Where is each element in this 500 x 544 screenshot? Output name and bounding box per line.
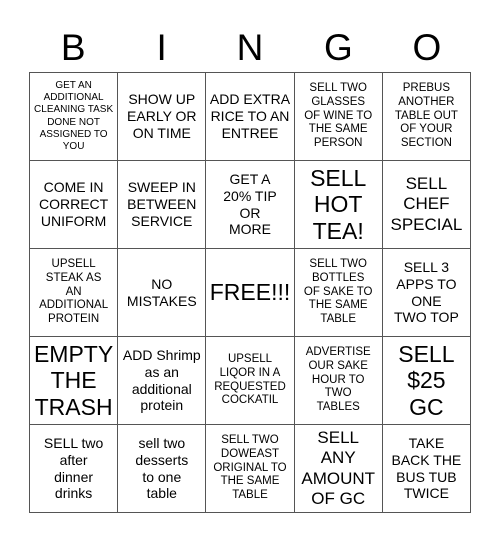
bingo-cell-r4c4[interactable]: ADVERTISE OUR SAKE HOUR TO TWO TABLES	[294, 337, 383, 425]
bingo-cell-r4c1[interactable]: EMPTY THE TRASH	[30, 337, 119, 425]
bingo-cell-r2c3[interactable]: GET A 20% TIP OR MORE	[206, 161, 295, 249]
bingo-cell-r4c2[interactable]: ADD Shrimp as an additional protein	[118, 337, 207, 425]
bingo-header-letter-o: O	[412, 26, 442, 68]
bingo-cell-label: sell two desserts to one table	[135, 434, 189, 502]
bingo-cell-label: PREBUS ANOTHER TABLE OUT OF YOUR SECTION	[394, 82, 458, 150]
bingo-header-letter-i: I	[156, 26, 167, 68]
bingo-cell-r3c5[interactable]: SELL 3 APPS TO ONE TWO TOP	[382, 249, 471, 337]
bingo-grid: GET AN ADDITIONAL CLEANING TASK DONE NOT…	[29, 72, 471, 513]
bingo-cell-label: UPSELL STEAK AS AN ADDITIONAL PROTEIN	[39, 258, 109, 326]
bingo-cell-r2c5[interactable]: SELL CHEF SPECIAL	[382, 161, 471, 249]
bingo-cell-r5c1[interactable]: SELL two after dinner drinks	[30, 425, 119, 513]
bingo-cell-label: COME IN CORRECT UNIFORM	[38, 179, 109, 229]
bingo-cell-r1c2[interactable]: SHOW UP EARLY OR ON TIME	[118, 73, 207, 161]
bingo-cell-label: SWEEP IN BETWEEN SERVICE	[127, 179, 197, 229]
bingo-header: BINGO	[29, 22, 471, 72]
bingo-cell-label: UPSELL LIQOR IN A REQUESTED COCKATIL	[214, 352, 286, 407]
bingo-cell-label: ADD Shrimp as an additional protein	[122, 346, 201, 414]
bingo-cell-label: ADD EXTRA RICE TO AN ENTREE	[209, 91, 291, 141]
bingo-cell-r1c3[interactable]: ADD EXTRA RICE TO AN ENTREE	[206, 73, 295, 161]
bingo-cell-r3c1[interactable]: UPSELL STEAK AS AN ADDITIONAL PROTEIN	[30, 249, 119, 337]
bingo-cell-r2c1[interactable]: COME IN CORRECT UNIFORM	[30, 161, 119, 249]
bingo-cell-r2c2[interactable]: SWEEP IN BETWEEN SERVICE	[118, 161, 207, 249]
bingo-header-letter-n: N	[236, 26, 264, 68]
bingo-cell-label: SELL HOT TEA!	[310, 164, 367, 244]
bingo-card: B I N G O GET AN ADDITIONAL CLEANING TASK DO…	[0, 0, 500, 544]
bingo-cell-r2c4[interactable]: SELL HOT TEA!	[294, 161, 383, 249]
bingo-cell-label: ADVERTISE OUR SAKE HOUR TO TWO TABLES	[305, 346, 371, 414]
bingo-cell-r3c4[interactable]: SELL TWO BOTTLES OF SAKE TO THE SAME TAB…	[294, 249, 383, 337]
bingo-cell-r5c3[interactable]: SELL TWO DOWEAST ORIGINAL TO THE SAME TA…	[206, 425, 295, 513]
bingo-cell-label: NO MISTAKES	[126, 275, 197, 309]
bingo-header-letter-g: G	[324, 26, 353, 68]
bingo-cell-label: SELL 3 APPS TO ONE TWO TOP	[393, 258, 459, 326]
bingo-cell-label: GET AN ADDITIONAL CLEANING TASK DONE NOT…	[34, 79, 114, 152]
bingo-cell-r3c2[interactable]: NO MISTAKES	[118, 249, 207, 337]
bingo-cell-r1c4[interactable]: SELL TWO GLASSES OF WINE TO THE SAME PER…	[294, 73, 383, 161]
bingo-cell-label: SELL CHEF SPECIAL	[390, 174, 463, 234]
bingo-cell-r4c5[interactable]: SELL $25 GC	[382, 337, 471, 425]
bingo-cell-label: TAKE BACK THE BUS TUB TWICE	[391, 434, 462, 502]
bingo-cell-r5c5[interactable]: TAKE BACK THE BUS TUB TWICE	[382, 425, 471, 513]
bingo-cell-label: SELL TWO GLASSES OF WINE TO THE SAME PER…	[304, 82, 373, 150]
bingo-cell-r1c1[interactable]: GET AN ADDITIONAL CLEANING TASK DONE NOT…	[30, 73, 119, 161]
bingo-cell-label: FREE!!!	[209, 279, 291, 306]
bingo-cell-label: SELL two after dinner drinks	[43, 434, 104, 502]
bingo-cell-label: SHOW UP EARLY OR ON TIME	[127, 91, 197, 141]
bingo-cell-r1c5[interactable]: PREBUS ANOTHER TABLE OUT OF YOUR SECTION	[382, 73, 471, 161]
bingo-cell-r4c3[interactable]: UPSELL LIQOR IN A REQUESTED COCKATIL	[206, 337, 295, 425]
bingo-cell-label: SELL TWO DOWEAST ORIGINAL TO THE SAME TA…	[213, 434, 287, 502]
bingo-header-letter-b: B	[60, 26, 86, 68]
bingo-cell-label: SELL $25 GC	[398, 340, 455, 420]
bingo-cell-r5c4[interactable]: SELL ANY AMOUNT OF GC	[294, 425, 383, 513]
bingo-cell-label: EMPTY THE TRASH	[33, 340, 114, 420]
bingo-cell-r5c2[interactable]: sell two desserts to one table	[118, 425, 207, 513]
bingo-cell-r3c3[interactable]: FREE!!!	[206, 249, 295, 337]
bingo-cell-label: SELL ANY AMOUNT OF GC	[301, 428, 376, 508]
bingo-cell-label: GET A 20% TIP OR MORE	[223, 170, 277, 238]
bingo-cell-label: SELL TWO BOTTLES OF SAKE TO THE SAME TAB…	[303, 258, 373, 326]
